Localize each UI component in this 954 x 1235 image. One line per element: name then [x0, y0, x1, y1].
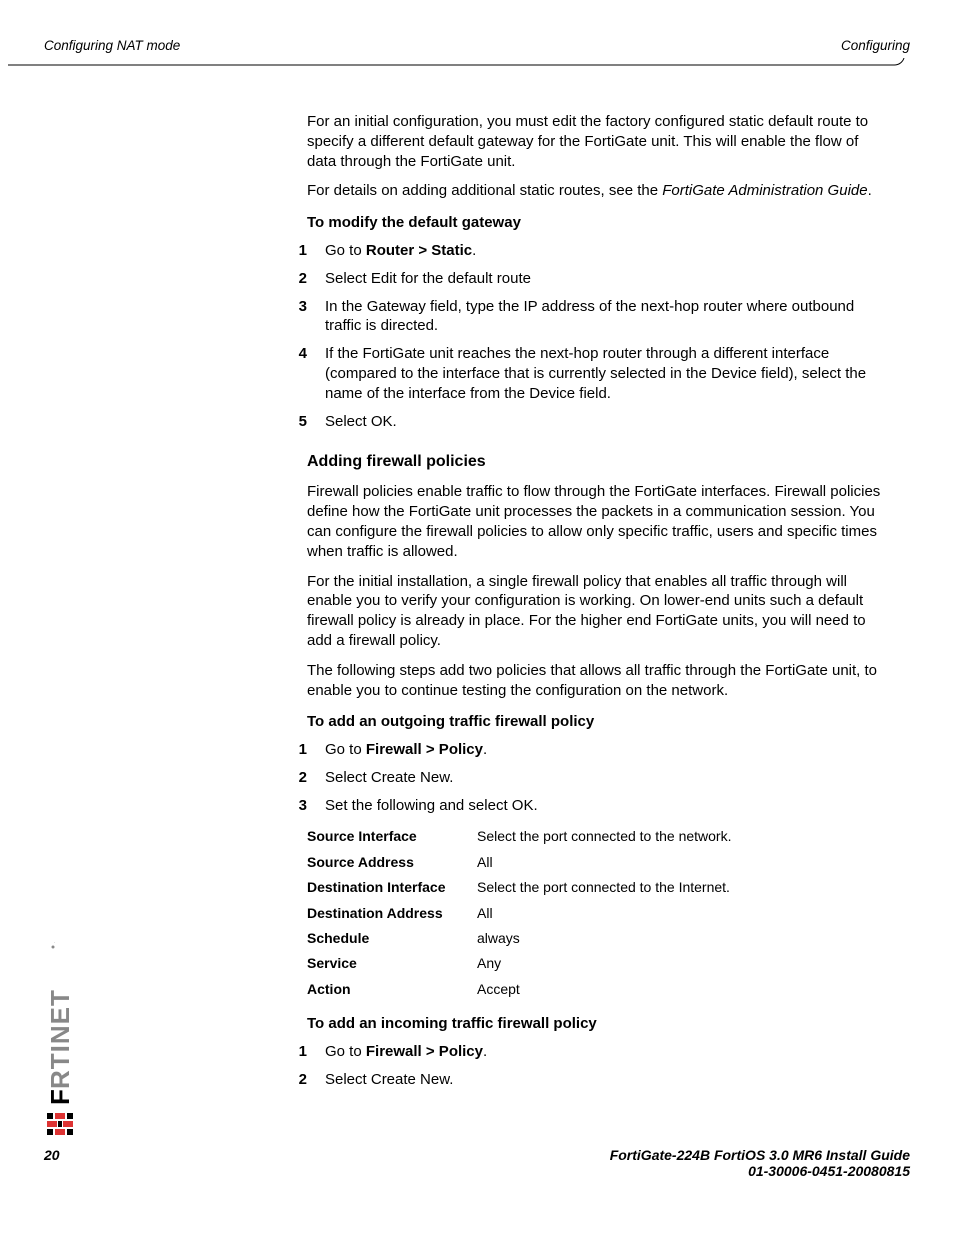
step-num: 1 [265, 1042, 325, 1062]
steps-incoming: 1Go to Firewall > Policy. 2Select Create… [307, 1042, 883, 1090]
heading-incoming: To add an incoming traffic firewall poli… [307, 1014, 883, 1034]
step-num: 3 [265, 796, 325, 816]
step-text: If the FortiGate unit reaches the next-h… [325, 344, 883, 403]
header-left: Configuring NAT mode [44, 38, 180, 53]
step-text: Select Create New. [325, 768, 883, 788]
step-num: 5 [265, 412, 325, 432]
header-rule [8, 58, 914, 72]
setting-key: Destination Interface [307, 875, 477, 900]
intro-p2em: FortiGate Administration Guide [662, 182, 867, 199]
setting-val: Select the port connected to the network… [477, 824, 732, 849]
page-number: 20 [44, 1147, 60, 1163]
table-row: ServiceAny [307, 951, 732, 976]
footer-line2: 01-30006-0451-20080815 [748, 1163, 910, 1179]
step-num: 2 [265, 768, 325, 788]
svg-text:RTINET: RTINET [47, 989, 73, 1089]
setting-key: Destination Address [307, 900, 477, 925]
header-right: Configuring [841, 38, 910, 53]
firewall-p3: The following steps add two policies tha… [307, 661, 883, 701]
setting-key: Source Interface [307, 824, 477, 849]
settings-table: Source InterfaceSelect the port connecte… [307, 824, 732, 1002]
step-text: In the Gateway field, type the IP addres… [325, 297, 883, 337]
setting-val: Any [477, 951, 732, 976]
step-num: 1 [265, 241, 325, 261]
step-num: 4 [265, 344, 325, 403]
svg-text:F: F [47, 1088, 73, 1105]
step-text: Set the following and select OK. [325, 796, 883, 816]
table-row: Source AddressAll [307, 849, 732, 874]
setting-val: Accept [477, 976, 732, 1001]
table-row: Source InterfaceSelect the port connecte… [307, 824, 732, 849]
setting-val: always [477, 926, 732, 951]
setting-val: All [477, 849, 732, 874]
heading-modify-gateway: To modify the default gateway [307, 213, 883, 233]
intro-p1: For an initial configuration, you must e… [307, 112, 883, 171]
step-text: Go to Firewall > Policy. [325, 740, 883, 760]
table-row: Schedulealways [307, 926, 732, 951]
heading-firewall: Adding firewall policies [307, 451, 883, 472]
step-text: Select Create New. [325, 1070, 883, 1090]
intro-p2: For details on adding additional static … [307, 181, 883, 201]
firewall-p2: For the initial installation, a single f… [307, 572, 883, 651]
setting-key: Action [307, 976, 477, 1001]
footer-line1: FortiGate-224B FortiOS 3.0 MR6 Install G… [610, 1147, 910, 1163]
setting-key: Schedule [307, 926, 477, 951]
step-text: Go to Firewall > Policy. [325, 1042, 883, 1062]
steps-outgoing: 1Go to Firewall > Policy. 2Select Create… [307, 740, 883, 815]
setting-val: All [477, 900, 732, 925]
intro-p2a: For details on adding additional static … [307, 182, 662, 199]
heading-outgoing: To add an outgoing traffic firewall poli… [307, 712, 883, 732]
step-num: 3 [265, 297, 325, 337]
setting-key: Service [307, 951, 477, 976]
step-num: 1 [265, 740, 325, 760]
intro-p2b: . [868, 182, 872, 199]
svg-text:.: . [51, 942, 57, 943]
step-text: Select Edit for the default route [325, 269, 883, 289]
step-num: 2 [265, 269, 325, 289]
setting-key: Source Address [307, 849, 477, 874]
table-row: ActionAccept [307, 976, 732, 1001]
step-text: Go to Router > Static. [325, 241, 883, 261]
fortinet-logo-icon: F RTINET . [47, 935, 73, 1135]
setting-val: Select the port connected to the Interne… [477, 875, 732, 900]
step-text: Select OK. [325, 412, 883, 432]
table-row: Destination AddressAll [307, 900, 732, 925]
steps-modify-gateway: 1Go to Router > Static. 2Select Edit for… [307, 241, 883, 431]
step-num: 2 [265, 1070, 325, 1090]
table-row: Destination InterfaceSelect the port con… [307, 875, 732, 900]
firewall-p1: Firewall policies enable traffic to flow… [307, 482, 883, 561]
